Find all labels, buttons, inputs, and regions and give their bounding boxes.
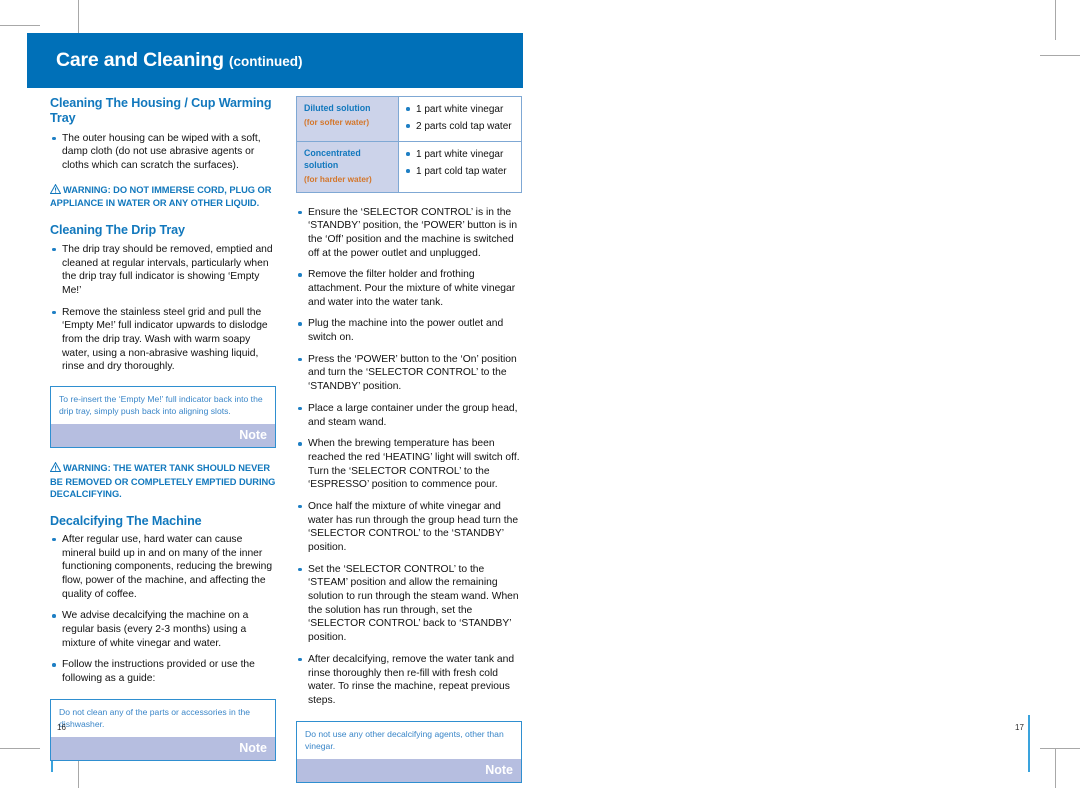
solution-values-diluted: 1 part white vinegar 2 parts cold tap wa… (398, 96, 522, 142)
bullet-list-cleaning-housing: The outer housing can be wiped with a so… (50, 132, 276, 173)
note-box-dishwasher: Do not clean any of the parts or accesso… (50, 698, 276, 762)
note-box-label-bar: Note (51, 424, 275, 448)
list-item: Follow the instructions provided or use … (50, 658, 276, 685)
note-box-empty-me-indicator: To re-insert the ‘Empty Me!’ full indica… (50, 386, 276, 449)
note-box-text: Do not clean any of the parts or accesso… (59, 706, 251, 729)
table-row: Diluted solution (for softer water) 1 pa… (296, 96, 522, 142)
page-number-left: 16 (57, 723, 66, 732)
list-item: 2 parts cold tap water (405, 120, 516, 133)
left-page: Care and Cleaning (continued) Cleaning T… (0, 0, 540, 783)
warning-triangle-icon (49, 183, 62, 197)
solution-label-text: Diluted solution (304, 103, 371, 113)
warning-water-tank: WARNING: THE WATER TANK SHOULD NEVER BE … (49, 462, 276, 500)
section-title-decalcifying: Decalcifying The Machine (50, 513, 202, 528)
bullet-list-decalcifying: After regular use, hard water can cause … (50, 533, 276, 686)
note-box-label: Note (239, 741, 267, 756)
note-box-label: Note (239, 428, 267, 443)
list-item: 1 part cold tap water (405, 165, 516, 178)
left-page-title: Care and Cleaning (continued) (56, 49, 303, 72)
solution-ingredient-list: 1 part white vinegar 2 parts cold tap wa… (405, 103, 516, 133)
list-item: 1 part white vinegar (405, 148, 516, 161)
list-item: The outer housing can be wiped with a so… (50, 132, 276, 173)
list-item: After regular use, hard water can cause … (50, 533, 276, 601)
note-box-text: Do not use any other decalcifying agents… (305, 728, 504, 751)
warning-water-tank-text: WARNING: THE WATER TANK SHOULD NEVER BE … (50, 463, 276, 500)
list-item: Remove the stainless steel grid and pull… (50, 306, 276, 374)
warning-immerse-cord-text: WARNING: DO NOT IMMERSE CORD, PLUG OR AP… (50, 184, 272, 209)
solution-label-concentrated: Concentrated solution (for harder water) (296, 141, 399, 193)
left-page-header-band: Care and Cleaning (continued) (27, 33, 523, 88)
left-page-column-2: Diluted solution (for softer water) 1 pa… (296, 96, 522, 783)
note-box-decalcifying-agents: Do not use any other decalcifying agents… (296, 720, 522, 783)
list-item: We advise decalcifying the machine on a … (50, 609, 276, 650)
right-page: Trouble Shooting Guide PROBLEM POSSIBLE … (540, 0, 1080, 781)
list-item: The drip tray should be removed, emptied… (50, 243, 276, 298)
page-number-right: 17 (1015, 723, 1024, 732)
bullet-list-decalcifying-steps: Ensure the ‘SELECTOR CONTROL’ is in the … (296, 206, 522, 708)
bullet-list-cleaning-drip-tray: The drip tray should be removed, emptied… (50, 243, 276, 374)
left-page-title-continued: (continued) (229, 54, 303, 69)
note-box-label: Note (485, 762, 513, 777)
manual-page-spread: Care and Cleaning (continued) Cleaning T… (0, 0, 1080, 783)
solution-label-text: Concentrated solution (304, 148, 361, 171)
note-box-label-bar: Note (51, 737, 275, 761)
solution-label-diluted: Diluted solution (for softer water) (296, 96, 399, 142)
list-item: Ensure the ‘SELECTOR CONTROL’ is in the … (296, 206, 522, 261)
list-item: 1 part white vinegar (405, 103, 516, 116)
section-title-cleaning-housing: Cleaning The Housing / Cup Warming Tray (50, 96, 272, 126)
table-row: Concentrated solution (for harder water)… (296, 141, 522, 193)
warning-immerse-cord: WARNING: DO NOT IMMERSE CORD, PLUG OR AP… (49, 183, 276, 210)
right-page-margin-rule (1028, 715, 1030, 772)
solution-ingredient-list: 1 part white vinegar 1 part cold tap wat… (405, 148, 516, 178)
left-page-title-text: Care and Cleaning (56, 49, 224, 71)
list-item: Press the ‘POWER’ button to the ‘On’ pos… (296, 353, 522, 394)
decalcifying-solution-table: Diluted solution (for softer water) 1 pa… (296, 96, 522, 193)
note-box-text: To re-insert the ‘Empty Me!’ full indica… (59, 394, 263, 417)
list-item: Place a large container under the group … (296, 402, 522, 429)
list-item: Plug the machine into the power outlet a… (296, 317, 522, 344)
list-item: Remove the filter holder and frothing at… (296, 268, 522, 309)
solution-values-concentrated: 1 part white vinegar 1 part cold tap wat… (398, 141, 522, 193)
list-item: Once half the mixture of white vinegar a… (296, 500, 522, 555)
note-box-label-bar: Note (297, 758, 521, 782)
solution-sub-label: (for harder water) (304, 175, 372, 185)
warning-triangle-icon (49, 462, 62, 475)
list-item: Set the ‘SELECTOR CONTROL’ to the ‘STEAM… (296, 563, 522, 645)
left-page-column-1: Cleaning The Housing / Cup Warming Tray … (49, 96, 276, 762)
list-item: After decalcifying, remove the water tan… (296, 653, 522, 708)
section-title-cleaning-drip-tray: Cleaning The Drip Tray (50, 222, 185, 237)
list-item: When the brewing temperature has been re… (296, 437, 522, 492)
solution-sub-label: (for softer water) (304, 118, 370, 128)
